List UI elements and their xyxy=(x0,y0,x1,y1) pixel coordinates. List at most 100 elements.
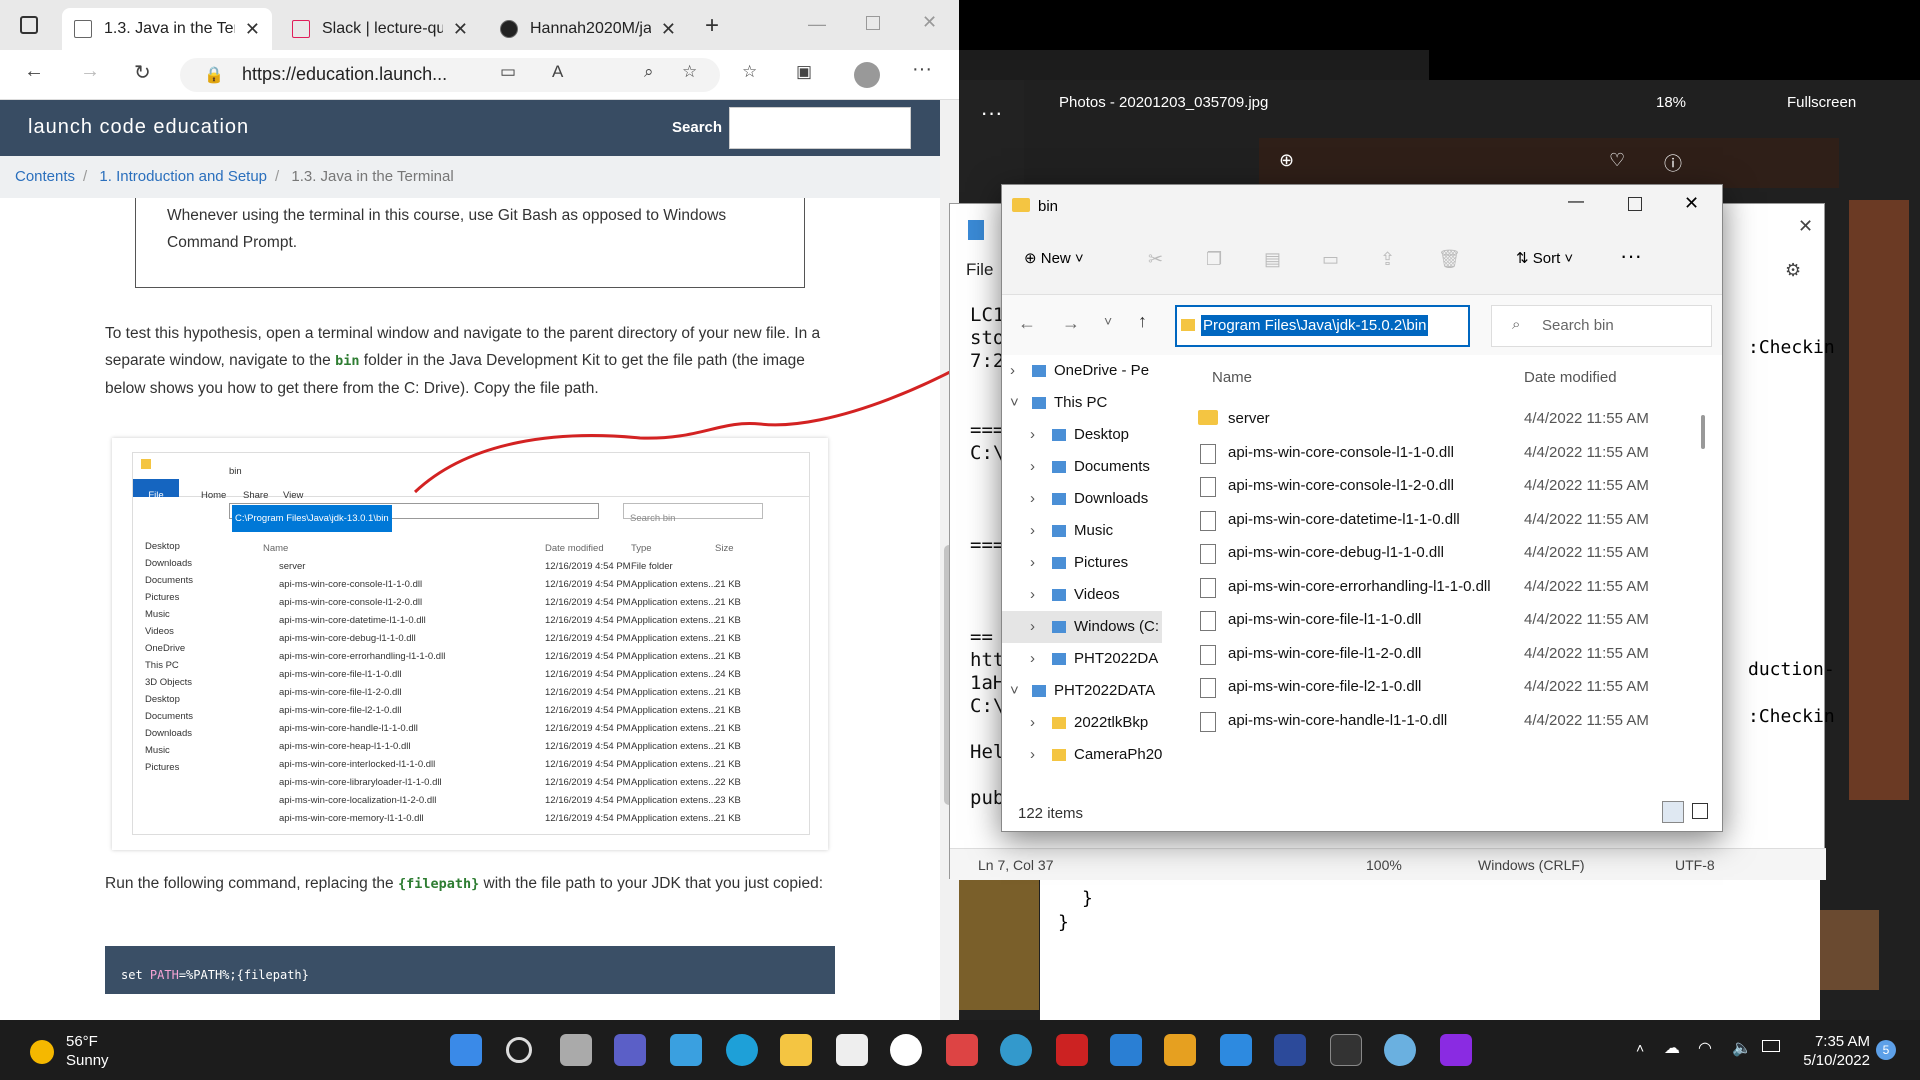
notepad-taskbar-icon[interactable] xyxy=(670,1034,702,1066)
explorer-address-bar[interactable]: Program Files\Java\jdk-15.0.2\bin xyxy=(1175,305,1470,347)
fullscreen-button[interactable]: Fullscreen xyxy=(1749,90,1919,120)
code-brace: } xyxy=(1058,912,1069,933)
search-icon[interactable] xyxy=(506,1037,532,1063)
nav-item[interactable]: › PHT2022DA xyxy=(1002,643,1162,675)
nav-item-label: OneDrive - Pe xyxy=(1054,362,1150,379)
copy-icon[interactable]: ❐ xyxy=(1206,249,1222,270)
paint-icon[interactable] xyxy=(1384,1034,1416,1066)
back-icon[interactable]: ← xyxy=(1018,313,1036,334)
nav-item[interactable]: ˅ PHT2022DATA xyxy=(1002,675,1162,707)
close-icon[interactable]: ✕ xyxy=(1684,193,1699,214)
sort-button[interactable]: ⇅ Sort ˅ xyxy=(1516,249,1573,267)
expand-icon[interactable]: ˅ xyxy=(1010,394,1019,411)
weather-widget[interactable]: 56°F Sunny xyxy=(30,1032,109,1070)
nav-item[interactable]: › Documents xyxy=(1002,451,1162,483)
file-name: api-ms-win-core-errorhandling-l1-1-0.dll xyxy=(1228,577,1491,595)
calendar-icon[interactable] xyxy=(1110,1034,1142,1066)
file-explorer-icon[interactable] xyxy=(780,1034,812,1066)
wifi-icon[interactable]: ◠ xyxy=(1698,1038,1712,1058)
recent-locations-icon[interactable]: ˅ xyxy=(1104,313,1112,329)
clock[interactable]: 7:35 AM 5/10/2022 xyxy=(1790,1032,1870,1070)
file-name: api-ms-win-core-file-l1-2-0.dll xyxy=(1228,644,1422,662)
taskbar: 56°F Sunny ˄ ☁ ◠ 🔈 7:35 AM 5/10/2022 5 xyxy=(0,1020,1920,1080)
large-icons-view-icon[interactable] xyxy=(1692,803,1708,819)
forward-icon[interactable]: → xyxy=(1062,313,1080,334)
new-button[interactable]: ⊕ New ˅ xyxy=(1024,249,1084,267)
nav-item[interactable]: › Videos xyxy=(1002,579,1162,611)
nav-item[interactable]: › Pictures xyxy=(1002,547,1162,579)
nav-item[interactable]: › Downloads xyxy=(1002,483,1162,515)
nav-item[interactable]: › CameraPh20 xyxy=(1002,739,1162,771)
expand-icon[interactable]: ˅ xyxy=(1010,682,1019,699)
expand-icon[interactable]: › xyxy=(1030,426,1035,443)
expand-icon[interactable]: › xyxy=(1030,554,1035,571)
battery-icon[interactable] xyxy=(1762,1040,1780,1052)
share-icon[interactable]: ⇪ xyxy=(1380,249,1395,270)
expand-icon[interactable]: › xyxy=(1030,586,1035,603)
favorite-icon[interactable]: ♡ xyxy=(1609,150,1625,171)
details-view-icon[interactable] xyxy=(1662,801,1684,823)
navigation-bar: ← → ˅ ↑ Program Files\Java\jdk-15.0.2\bi… xyxy=(1002,295,1722,355)
list-scrollbar[interactable] xyxy=(1701,375,1707,795)
up-icon[interactable]: ↑ xyxy=(1138,311,1147,332)
file-date: 4/4/2022 11:55 AM xyxy=(1524,410,1649,427)
nav-item[interactable]: › Music xyxy=(1002,515,1162,547)
file-name: api-ms-win-core-handle-l1-1-0.dll xyxy=(1228,711,1448,729)
expand-icon[interactable]: › xyxy=(1010,362,1015,379)
git-icon[interactable] xyxy=(1164,1034,1196,1066)
intellij-icon[interactable] xyxy=(1440,1034,1472,1066)
nav-item-label: This PC xyxy=(1054,394,1108,411)
file-explorer-window: bin — ✕ ⊕ New ˅ ✂ ❐ ▤ ▭ ⇪ 🗑 ⇅ Sort ˅ ···… xyxy=(1001,184,1723,832)
minimize-icon[interactable]: — xyxy=(1568,193,1584,211)
expand-icon[interactable]: › xyxy=(1030,458,1035,475)
file-date: 4/4/2022 11:55 AM xyxy=(1524,477,1649,494)
dll-file-icon xyxy=(1200,644,1216,665)
expand-icon[interactable]: › xyxy=(1030,650,1035,667)
expand-icon[interactable]: › xyxy=(1030,490,1035,507)
delete-icon[interactable]: 🗑 xyxy=(1438,249,1461,270)
column-name[interactable]: Name xyxy=(1212,355,1252,395)
powershell-icon[interactable] xyxy=(1274,1034,1306,1066)
task-view-icon[interactable] xyxy=(560,1034,592,1066)
menu-file[interactable]: File xyxy=(966,260,993,280)
onedrive-icon[interactable]: ☁ xyxy=(1664,1038,1680,1058)
sort-icon: ⇅ xyxy=(1516,250,1529,267)
nav-item[interactable]: ˅ This PC xyxy=(1002,387,1162,419)
cut-icon[interactable]: ✂ xyxy=(1148,249,1163,270)
paste-icon[interactable]: ▤ xyxy=(1264,249,1281,270)
start-icon[interactable] xyxy=(450,1034,482,1066)
expand-icon[interactable]: › xyxy=(1030,746,1035,763)
rename-icon[interactable]: ▭ xyxy=(1322,249,1339,270)
nav-item[interactable]: › Desktop xyxy=(1002,419,1162,451)
nav-item[interactable]: › Windows (C: xyxy=(1002,611,1162,643)
vscode-icon[interactable] xyxy=(1220,1034,1252,1066)
dll-file-icon xyxy=(1200,510,1216,531)
settings-icon[interactable]: ⚙ xyxy=(1785,260,1801,281)
terminal-icon[interactable] xyxy=(1330,1034,1362,1066)
maximize-icon[interactable] xyxy=(1628,197,1642,211)
expand-icon[interactable]: › xyxy=(1030,522,1035,539)
file-date: 4/4/2022 11:55 AM xyxy=(1524,711,1649,729)
notepad-text[interactable]: LC1 sto 7:2 === C:\ === == htt 1aH C:\ Hel pub xyxy=(970,304,1004,810)
nav-item[interactable]: › OneDrive - Pe xyxy=(1002,355,1162,387)
help-icon[interactable] xyxy=(1000,1034,1032,1066)
nav-item[interactable]: › 2022tlkBkp xyxy=(1002,707,1162,739)
snipping-tool-icon[interactable] xyxy=(946,1034,978,1066)
edge-icon[interactable] xyxy=(726,1034,758,1066)
notification-badge[interactable]: 5 xyxy=(1876,1040,1896,1060)
zoom-in-icon[interactable]: ⊕ xyxy=(1279,150,1294,171)
column-date-modified[interactable]: Date modified xyxy=(1524,355,1617,395)
volume-icon[interactable]: 🔈 xyxy=(1732,1038,1752,1058)
github-desktop-icon[interactable] xyxy=(890,1034,922,1066)
info-icon[interactable]: ⓘ xyxy=(1664,150,1682,176)
file-row[interactable]: api-ms-win-core-handle-l1-1-0.dll 4/4/202… xyxy=(1172,701,1692,742)
expand-icon[interactable]: › xyxy=(1030,618,1035,635)
close-icon[interactable]: ✕ xyxy=(1798,216,1813,237)
explorer-search-input[interactable]: ⌕ Search bin xyxy=(1491,305,1712,347)
expand-icon[interactable]: › xyxy=(1030,714,1035,731)
more-icon[interactable]: ··· xyxy=(1620,243,1642,269)
store-icon[interactable] xyxy=(836,1034,868,1066)
mcafee-icon[interactable] xyxy=(1056,1034,1088,1066)
teams-chat-icon[interactable] xyxy=(614,1034,646,1066)
show-hidden-icons[interactable]: ˄ xyxy=(1636,1040,1644,1056)
